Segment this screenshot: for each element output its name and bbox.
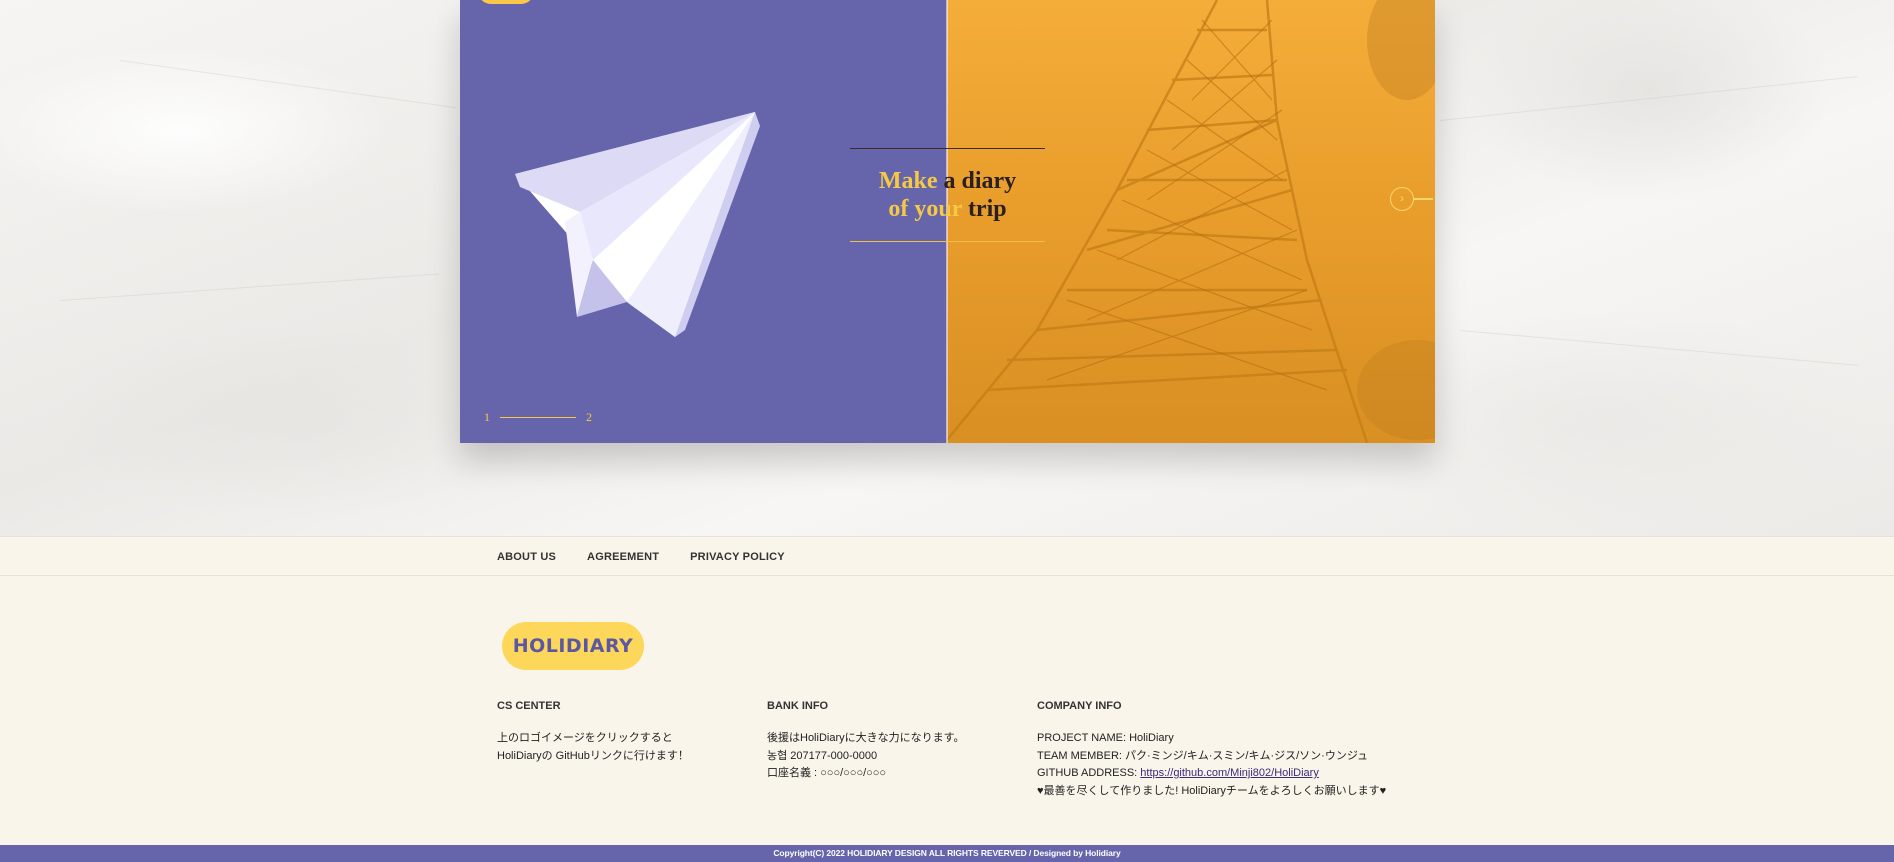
hero-slider: 1 2 Make a diary of your trip › bbox=[460, 0, 1435, 443]
tagline: Make a diary of your trip bbox=[850, 149, 1045, 223]
copyright-bar: Copyright(C) 2022 HOLIDIARY DESIGN ALL R… bbox=[0, 845, 1894, 862]
project-name: PROJECT NAME: HoliDiary bbox=[1037, 732, 1174, 744]
company-info-title: COMPANY INFO bbox=[1037, 700, 1122, 712]
footer-link-privacy-policy[interactable]: PRIVACY POLICY bbox=[690, 551, 785, 563]
tagline-block: Make a diary of your trip bbox=[850, 148, 1045, 242]
bank-info-line: 농협 207177-000-0000 bbox=[767, 749, 878, 762]
pager-current: 1 bbox=[484, 410, 490, 424]
tagline-text: trip bbox=[961, 196, 1007, 222]
github-link[interactable]: https://github.com/Minji802/HoliDiary bbox=[1140, 767, 1319, 779]
github-address: GITHUB ADDRESS: https://github.com/Minji… bbox=[1037, 765, 1386, 783]
closing-message: ♥最善を尽くして作りました! HoliDiaryチームをよろしくお願いします♥ bbox=[1037, 784, 1387, 797]
footer-body: HOLIDIARY CS CENTER 上のロゴイメージをクリックすると Hol… bbox=[0, 576, 1894, 846]
footer-link-agreement[interactable]: AGREEMENT bbox=[587, 551, 659, 563]
cs-center-title: CS CENTER bbox=[497, 700, 561, 712]
tagline-accent: of your bbox=[888, 196, 962, 222]
top-pill-badge bbox=[478, 0, 534, 4]
bank-info-line: 後援はHoliDiaryに大きな力になります。 bbox=[767, 732, 965, 744]
chevron-right-icon: › bbox=[1400, 191, 1404, 205]
team-members: TEAM MEMBER: パク·ミンジ/キム·スミン/キム·ジス/ソン·ウンジュ bbox=[1037, 749, 1369, 762]
bank-info-title: BANK INFO bbox=[767, 700, 829, 712]
cs-center-section: CS CENTER 上のロゴイメージをクリックすると HoliDiaryの Gi… bbox=[497, 700, 689, 765]
paper-plane-icon bbox=[515, 112, 760, 337]
bank-info-section: BANK INFO 後援はHoliDiaryに大きな力になります。 농협 207… bbox=[767, 700, 965, 783]
slide-pager[interactable]: 1 2 bbox=[484, 410, 592, 425]
pager-total: 2 bbox=[586, 410, 592, 424]
tagline-accent: Make bbox=[878, 168, 938, 194]
cs-center-line: 上のロゴイメージをクリックすると bbox=[497, 732, 673, 744]
footer-link-about-us[interactable]: ABOUT US bbox=[497, 551, 556, 563]
tagline-text: a diary bbox=[937, 168, 1017, 194]
cs-center-line: HoliDiaryの GitHubリンクに行けます！ bbox=[497, 749, 689, 762]
company-info-section: COMPANY INFO PROJECT NAME: HoliDiary TEA… bbox=[1037, 700, 1386, 800]
holidiary-logo[interactable]: HOLIDIARY bbox=[502, 622, 644, 670]
next-slide-button[interactable]: › bbox=[1390, 187, 1433, 211]
bank-info-line: 口座名義 : ○○○/○○○/○○○ bbox=[767, 767, 887, 779]
github-label: GITHUB ADDRESS: bbox=[1037, 767, 1141, 779]
footer-nav: ABOUT US AGREEMENT PRIVACY POLICY bbox=[0, 536, 1894, 576]
pager-line bbox=[500, 417, 576, 418]
